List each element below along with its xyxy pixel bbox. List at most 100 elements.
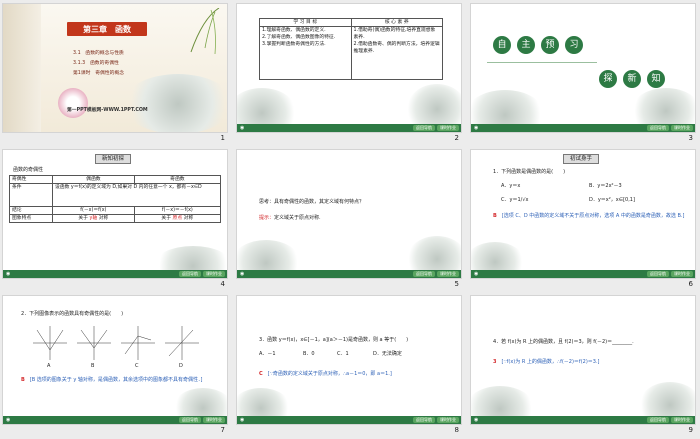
answer: C — [259, 371, 263, 377]
homework-button[interactable]: 课时作业 — [437, 271, 459, 277]
slide-number: 5 — [454, 280, 459, 288]
slide-thumbnail-8[interactable]: 3．函数 y＝f(x)，x∈[－1，a](a＞－1)是奇函数，则 a 等于( )… — [236, 295, 462, 439]
slide-footer: ◉ 返回导航 课时作业 — [237, 270, 461, 278]
watermark-text: 第一PPT模板网-WWW.1PPT.COM — [67, 108, 148, 113]
objectives-table: 学 习 目 标核 心 素 养 1.理解奇函数、偶函数的定义. 2.了解奇函数、偶函… — [259, 18, 443, 80]
section-line-2: 3.1.3 函数的奇偶性 — [73, 61, 119, 66]
slide-8: 3．函数 y＝f(x)，x∈[－1，a](a＞－1)是奇函数，则 a 等于( )… — [236, 295, 462, 425]
explanation: [∵f(x)为 R 上的偶函数，∴f(－2)＝f(2)＝3.] — [501, 359, 600, 365]
literacy-item: 2.借助函数奇、偶的判断方法，培养逻辑推理素养. — [353, 42, 440, 54]
graph-label: C — [135, 363, 139, 369]
slide-footer: ◉ 返回导航 课时作业 — [471, 416, 695, 424]
slide-5: 思考：具有奇偶性的函数，其定义域有何特点？ 提示：定义域关于原点对称. ◉ 返回导… — [236, 149, 462, 279]
hint: 提示：定义域关于原点对称. — [259, 214, 321, 222]
homework-button[interactable]: 课时作业 — [437, 125, 459, 131]
answer-block: 3 [∵f(x)为 R 上的偶函数，∴f(－2)＝f(2)＝3.] — [493, 358, 693, 366]
table-cell: 关于 y轴 对称 — [52, 214, 135, 223]
slide-2: 学 习 目 标核 心 素 养 1.理解奇函数、偶函数的定义. 2.了解奇函数、偶函… — [236, 3, 462, 133]
ppt-icon: ◉ — [240, 417, 245, 423]
slide-number: 3 — [688, 134, 693, 142]
homework-button[interactable]: 课时作业 — [671, 271, 693, 277]
think-question: 思考：具有奇偶性的函数，其定义域有何特点？ — [259, 199, 365, 205]
ppt-icon: ◉ — [6, 271, 11, 277]
slide-thumbnail-2[interactable]: 学 习 目 标核 心 素 养 1.理解奇函数、偶函数的定义. 2.了解奇函数、偶函… — [236, 3, 462, 147]
explanation: [∵奇函数的定义域关于原点对称，∴a－1＝0，即 a＝1.] — [267, 371, 392, 377]
question: 2．下列图像表示的函数具有奇偶性的是( ) — [21, 311, 124, 317]
table-cell: 图象特点 — [9, 214, 53, 223]
slide-thumbnail-6[interactable]: 初试身手 1．下列函数是偶函数的是( ) A．y＝x B．y＝2x²－3 C．y… — [470, 149, 696, 293]
left-decor — [3, 4, 41, 132]
ppt-icon: ◉ — [474, 271, 479, 277]
slide-3: 自 主 预 习 探 新 知 ◉ 返回导航 课时作业 — [470, 3, 696, 133]
answer-block: B [B 选项的图象关于 y 轴对称，是偶函数，其余选项中的图象都不具有奇偶性．… — [21, 376, 217, 384]
back-nav-button[interactable]: 返回导航 — [179, 271, 201, 277]
graph-label: A — [47, 363, 51, 369]
option: D．无法确定 — [373, 351, 402, 357]
slide-thumbnail-5[interactable]: 思考：具有奇偶性的函数，其定义域有何特点？ 提示：定义域关于原点对称. ◉ 返回导… — [236, 149, 462, 293]
char-badge: 自 — [493, 36, 511, 54]
homework-button[interactable]: 课时作业 — [671, 417, 693, 423]
parity-table: 奇偶性 偶函数 奇函数 条件 设函数 y＝f(x)的定义域为 D,如果对 D 内的任意… — [9, 175, 222, 223]
option: C．y＝1/√x — [501, 197, 529, 203]
slide-4: 新知初探 函数的奇偶性 奇偶性 偶函数 奇函数 条件 设函数 y＝f(x)的定义域为 … — [2, 149, 228, 279]
slide-thumbnail-7[interactable]: 2．下列图像表示的函数具有奇偶性的是( ) A B C D B [B 选项的图象… — [2, 295, 228, 439]
back-nav-button[interactable]: 返回导航 — [647, 271, 669, 277]
answer: B — [21, 377, 25, 383]
homework-button[interactable]: 课时作业 — [203, 271, 225, 277]
homework-button[interactable]: 课时作业 — [437, 417, 459, 423]
graph-label: D — [179, 363, 183, 369]
option: A．y＝x — [501, 183, 521, 189]
slide-thumbnail-3[interactable]: 自 主 预 习 探 新 知 ◉ 返回导航 课时作业 3 — [470, 3, 696, 147]
goal-item: 3.掌握判断函数奇偶性的方法. — [262, 42, 326, 47]
graph-label: B — [91, 363, 95, 369]
table-header: 奇偶性 — [9, 175, 53, 184]
explanation: [选项 C、D 中函数的定义域不关于原点对称，选项 A 中的函数是奇函数，故选 … — [501, 213, 685, 219]
char-badge: 探 — [599, 70, 617, 88]
table-cell: 设函数 y＝f(x)的定义域为 D,如果对 D 内的任意一个 x，都有－x∈D — [52, 183, 221, 207]
option: A．－1 — [259, 351, 276, 357]
section-line-3: 第1课时 奇偶性的概念 — [73, 71, 125, 76]
slide-thumbnail-4[interactable]: 新知初探 函数的奇偶性 奇偶性 偶函数 奇函数 条件 设函数 y＝f(x)的定义域为 … — [2, 149, 228, 293]
table-cell: 关于 原点 对称 — [133, 214, 222, 223]
table-cell: 结论 — [9, 206, 53, 215]
option: C．1 — [337, 351, 349, 357]
slide-number: 7 — [220, 426, 225, 434]
title-row-1: 自 主 预 习 — [493, 36, 583, 54]
ppt-icon: ◉ — [474, 417, 479, 423]
slide-number: 6 — [688, 280, 693, 288]
option: B．0 — [303, 351, 315, 357]
back-nav-button[interactable]: 返回导航 — [179, 417, 201, 423]
slide-footer: ◉ 返回导航 课时作业 — [3, 270, 227, 278]
slide-thumbnail-1[interactable]: 第三章 函数 3.1 函数的概念与性质 3.1.3 函数的奇偶性 第1课时 奇偶… — [2, 3, 228, 147]
ppt-icon: ◉ — [240, 125, 245, 131]
option: D．y＝x²，x∈[0,1] — [589, 197, 635, 203]
slide-number: 1 — [220, 134, 225, 142]
goal-item: 1.理解奇函数、偶函数的定义. — [262, 28, 326, 33]
back-nav-button[interactable]: 返回导航 — [413, 125, 435, 131]
table-header: 核 心 素 养 — [350, 18, 443, 27]
slide-footer: ◉ 返回导航 课时作业 — [471, 124, 695, 132]
question: 4．若 f(x)为 R 上的偶函数，且 f(2)＝3，则 f(－2)＝_____… — [493, 339, 634, 345]
slide-number: 2 — [454, 134, 459, 142]
title-row-2: 探 新 知 — [599, 70, 665, 88]
char-badge: 习 — [565, 36, 583, 54]
answer-block: B [选项 C、D 中函数的定义域不关于原点对称，选项 A 中的函数是奇函数，故… — [493, 212, 689, 220]
char-badge: 预 — [541, 36, 559, 54]
section-banner: 初试身手 — [563, 154, 600, 164]
char-badge: 主 — [517, 36, 535, 54]
answer-block: C [∵奇函数的定义域关于原点对称，∴a－1＝0，即 a＝1.] — [259, 370, 459, 378]
back-nav-button[interactable]: 返回导航 — [647, 417, 669, 423]
table-header: 学 习 目 标 — [259, 18, 352, 27]
back-nav-button[interactable]: 返回导航 — [413, 417, 435, 423]
slide-footer: ◉ 返回导航 课时作业 — [237, 124, 461, 132]
slide-thumbnail-9[interactable]: 4．若 f(x)为 R 上的偶函数，且 f(2)＝3，则 f(－2)＝_____… — [470, 295, 696, 439]
graph-options — [33, 326, 203, 364]
back-nav-button[interactable]: 返回导航 — [647, 125, 669, 131]
slide-footer: ◉ 返回导航 课时作业 — [237, 416, 461, 424]
ppt-icon: ◉ — [6, 417, 11, 423]
table-cell: f(－x)＝－f(x) — [133, 206, 222, 215]
homework-button[interactable]: 课时作业 — [203, 417, 225, 423]
back-nav-button[interactable]: 返回导航 — [413, 271, 435, 277]
char-badge: 新 — [623, 70, 641, 88]
homework-button[interactable]: 课时作业 — [671, 125, 693, 131]
